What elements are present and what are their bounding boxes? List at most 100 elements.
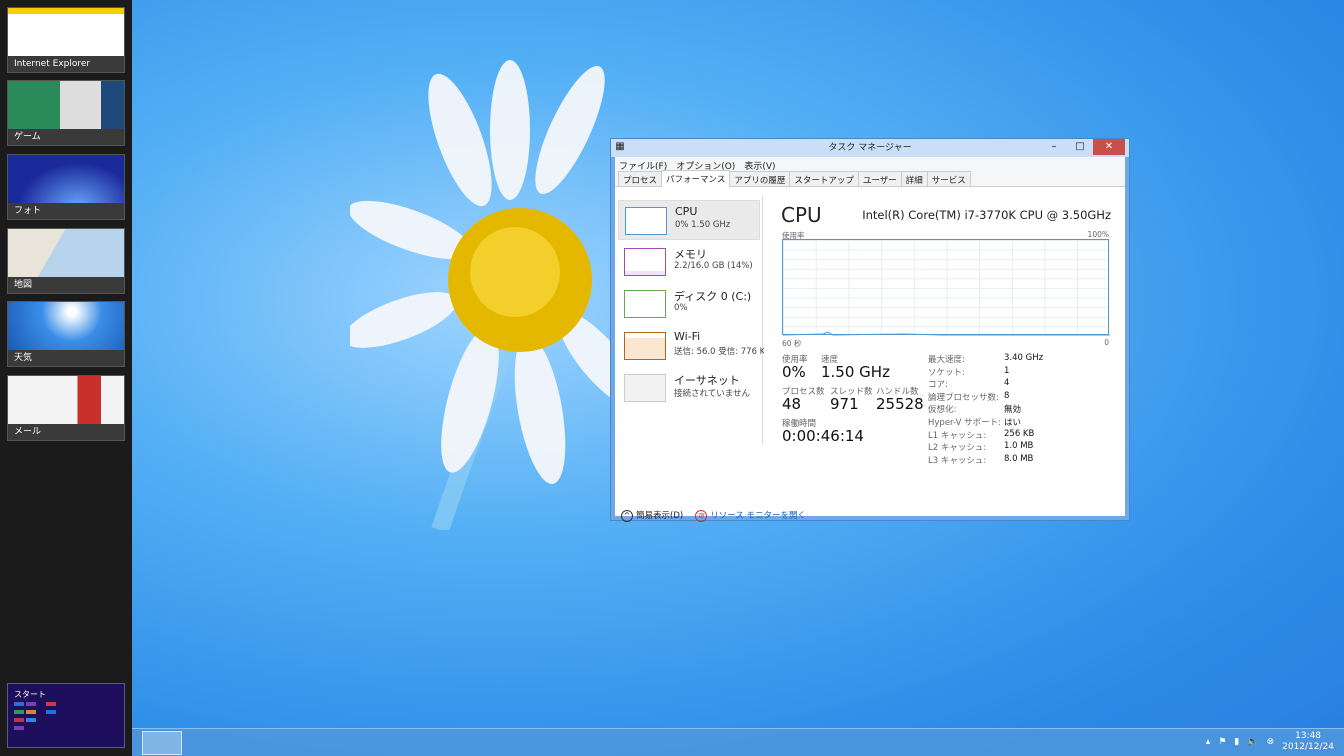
maximize-button[interactable]: □ bbox=[1067, 139, 1093, 155]
detail-value: 8.0 MB bbox=[1004, 453, 1034, 464]
tile bbox=[46, 702, 56, 706]
app-label: 天気 bbox=[14, 353, 33, 363]
detail-key: L1 キャッシュ: bbox=[928, 430, 987, 441]
taskbar-task-manager-button[interactable] bbox=[142, 731, 182, 755]
title-bar[interactable]: ▦ タスク マネージャー – □ ✕ bbox=[611, 139, 1129, 157]
app-thumb-weather[interactable]: 天気 bbox=[7, 301, 125, 367]
graph-min: 0 bbox=[1104, 338, 1109, 347]
detail-key: 仮想化: bbox=[928, 405, 957, 416]
tab-details[interactable]: 詳細 bbox=[900, 171, 928, 186]
cpu-model: Intel(R) Core(TM) i7-3770K CPU @ 3.50GHz bbox=[862, 208, 1111, 222]
resource-monitor-link[interactable]: ⊘ リソース モニターを開く bbox=[695, 509, 806, 522]
detail-key: 論理プロセッサ数: bbox=[928, 392, 999, 403]
resource-detail: 0% bbox=[674, 303, 688, 313]
detail-value: 4 bbox=[1004, 378, 1010, 389]
app-switcher: Internet Explorer ゲーム フォト 地図 天気 メール スタート bbox=[0, 0, 132, 756]
cpu-usage-graph bbox=[782, 239, 1110, 336]
tile bbox=[46, 710, 56, 714]
resource-ethernet[interactable]: イーサネット 接続されていません bbox=[618, 368, 760, 408]
detail-key: コア: bbox=[928, 380, 948, 391]
uptime-value: 0:00:46:14 bbox=[782, 427, 864, 445]
minimize-button[interactable]: – bbox=[1041, 139, 1067, 155]
app-label: Internet Explorer bbox=[14, 59, 91, 69]
detail-value: 8 bbox=[1004, 390, 1010, 401]
resource-detail: 接続されていません bbox=[674, 389, 750, 399]
app-thumb-maps[interactable]: 地図 bbox=[7, 228, 125, 294]
app-preview bbox=[8, 81, 124, 129]
detail-value: はい bbox=[1004, 418, 1022, 428]
usage-value: 0% bbox=[782, 363, 806, 381]
resource-monitor-label[interactable]: リソース モニターを開く bbox=[710, 511, 806, 521]
speed-value: 1.50 GHz bbox=[821, 363, 890, 381]
task-manager-icon: ▦ bbox=[615, 141, 625, 152]
ethernet-disconnected-icon[interactable]: ⊗ bbox=[1267, 737, 1275, 747]
chevron-up-icon: ^ bbox=[621, 510, 633, 522]
resource-monitor-icon: ⊘ bbox=[695, 510, 708, 522]
detail-value: 3.40 GHz bbox=[1004, 353, 1044, 363]
resource-cpu[interactable]: CPU 0% 1.50 GHz bbox=[618, 200, 760, 240]
app-thumb-games[interactable]: ゲーム bbox=[7, 80, 125, 146]
menu-view[interactable]: 表示(V) bbox=[744, 159, 775, 172]
detail-value: 256 KB bbox=[1004, 428, 1035, 439]
graph-max: 100% bbox=[1087, 230, 1109, 239]
app-thumb-internet-explorer[interactable]: Internet Explorer bbox=[7, 7, 125, 73]
cpu-mini-graph bbox=[625, 207, 667, 235]
resource-disk[interactable]: ディスク 0 (C:) 0% bbox=[618, 284, 760, 324]
resource-memory[interactable]: メモリ 2.2/16.0 GB (14%) bbox=[618, 242, 760, 282]
resource-detail: 2.2/16.0 GB (14%) bbox=[674, 261, 753, 271]
footer: ^ 簡易表示(D) ⊘ リソース モニターを開く bbox=[621, 509, 806, 522]
cpu-heading: CPU bbox=[781, 203, 822, 227]
app-preview bbox=[8, 302, 124, 350]
resource-name: イーサネット bbox=[674, 374, 740, 387]
menu-options[interactable]: オプション(O) bbox=[676, 159, 735, 172]
resource-detail: 0% 1.50 GHz bbox=[675, 220, 731, 230]
app-label: 地図 bbox=[14, 280, 33, 290]
app-label: メール bbox=[14, 427, 42, 437]
tile bbox=[14, 726, 24, 730]
resource-detail: 送信: 56.0 受信: 776 Kbps bbox=[674, 347, 764, 357]
detail-value: 1 bbox=[1004, 365, 1010, 376]
app-label: フォト bbox=[14, 206, 42, 216]
tab-bar: プロセス パフォーマンス アプリの履歴 スタートアップ ユーザー 詳細 サービス bbox=[615, 170, 1125, 187]
tab-processes[interactable]: プロセス bbox=[618, 171, 663, 186]
menu-bar: ファイル(F) オプション(O) 表示(V) bbox=[615, 157, 1125, 172]
clock-time: 13:48 bbox=[1295, 731, 1322, 741]
tab-app-history[interactable]: アプリの履歴 bbox=[729, 171, 791, 186]
threads-value: 971 bbox=[830, 395, 859, 413]
app-thumb-photos[interactable]: フォト bbox=[7, 154, 125, 220]
tab-startup[interactable]: スタートアップ bbox=[789, 171, 859, 186]
tile bbox=[14, 718, 24, 722]
tile bbox=[26, 718, 36, 722]
wifi-mini-graph bbox=[624, 332, 666, 360]
app-label: ゲーム bbox=[14, 132, 41, 142]
tab-services[interactable]: サービス bbox=[926, 171, 971, 186]
fewer-details-button[interactable]: ^ 簡易表示(D) bbox=[621, 509, 683, 522]
app-thumb-mail[interactable]: メール bbox=[7, 375, 125, 441]
resource-name: メモリ bbox=[674, 248, 707, 261]
detail-key: L2 キャッシュ: bbox=[928, 443, 987, 454]
volume-icon[interactable]: 🔈 bbox=[1247, 737, 1258, 747]
system-tray: ▴ ⚑ ▮ 🔈 ⊗ 13:48 2012/12/24 bbox=[1206, 731, 1334, 753]
tile bbox=[26, 702, 36, 706]
task-manager-window: ▦ タスク マネージャー – □ ✕ ファイル(F) オプション(O) 表示(V… bbox=[610, 138, 1130, 522]
network-signal-icon[interactable]: ▮ bbox=[1234, 737, 1239, 747]
resource-list: CPU 0% 1.50 GHz メモリ 2.2/16.0 GB (14%) ディスク… bbox=[618, 195, 764, 445]
taskbar: ▴ ⚑ ▮ 🔈 ⊗ 13:48 2012/12/24 bbox=[132, 728, 1344, 756]
tab-users[interactable]: ユーザー bbox=[857, 171, 902, 186]
detail-key: Hyper-V サポート: bbox=[928, 418, 1001, 428]
action-center-flag-icon[interactable]: ⚑ bbox=[1218, 737, 1226, 747]
clock-date: 2012/12/24 bbox=[1282, 742, 1334, 752]
processes-value: 48 bbox=[782, 395, 802, 413]
close-button[interactable]: ✕ bbox=[1093, 139, 1125, 155]
memory-mini-graph bbox=[624, 248, 666, 276]
show-hidden-icons-icon[interactable]: ▴ bbox=[1206, 737, 1211, 747]
clock[interactable]: 13:48 2012/12/24 bbox=[1282, 731, 1334, 753]
graph-time-span: 60 秒 bbox=[782, 339, 802, 348]
detail-key: ソケット: bbox=[928, 367, 965, 378]
menu-file[interactable]: ファイル(F) bbox=[619, 159, 667, 172]
start-thumb[interactable]: スタート bbox=[7, 683, 125, 748]
handles-value: 25528 bbox=[876, 395, 924, 413]
resource-wifi[interactable]: Wi-Fi 送信: 56.0 受信: 776 Kbps bbox=[618, 326, 764, 366]
tab-performance[interactable]: パフォーマンス bbox=[661, 170, 731, 187]
detail-value: 1.0 MB bbox=[1004, 441, 1034, 452]
